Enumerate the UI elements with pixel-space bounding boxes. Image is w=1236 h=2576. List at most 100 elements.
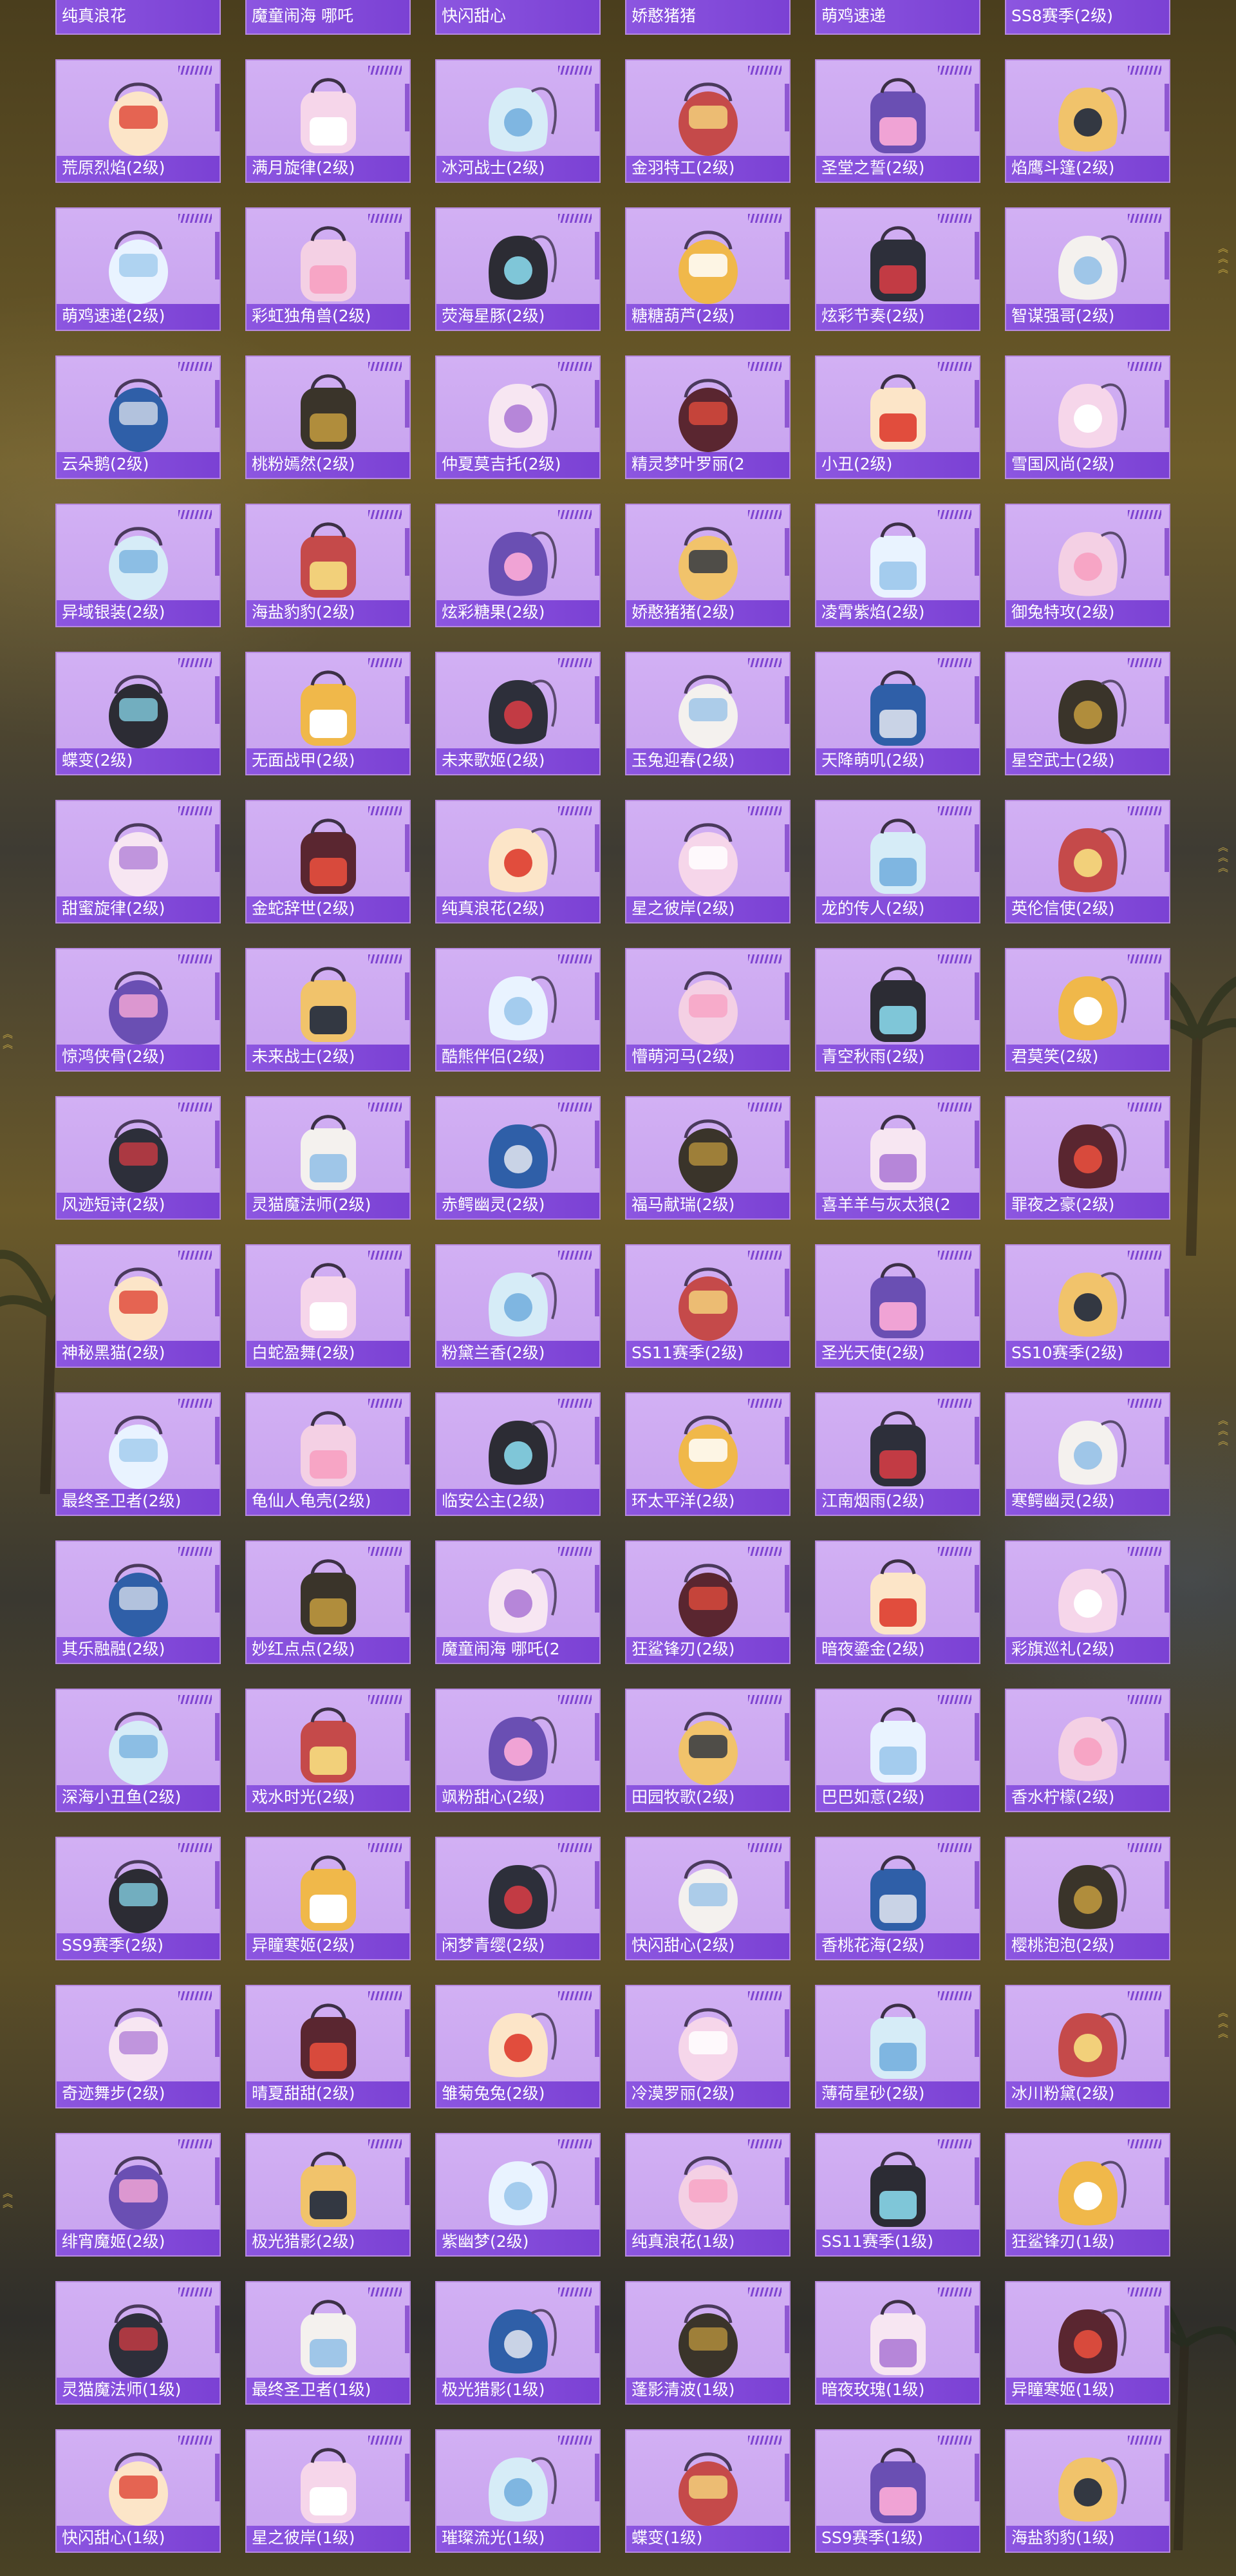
backpack-card[interactable]: 妙红点点(2级) — [245, 1540, 411, 1664]
backpack-card[interactable]: 云朵鹅(2级) — [55, 355, 221, 479]
backpack-card[interactable]: 闲梦青缨(2级) — [435, 1837, 601, 1960]
backpack-card[interactable]: 白蛇盈舞(2级) — [245, 1244, 411, 1368]
backpack-card[interactable]: 星空武士(2级) — [1005, 652, 1170, 775]
backpack-card[interactable]: SS9赛季(2级) — [55, 1837, 221, 1960]
backpack-card[interactable]: 魔童闹海 哪吒(2 — [435, 1540, 601, 1664]
backpack-card[interactable]: 暗夜玫瑰(1级) — [815, 2281, 980, 2405]
backpack-card[interactable]: 晴夏甜甜(2级) — [245, 1985, 411, 2108]
backpack-card[interactable]: 其乐融融(2级) — [55, 1540, 221, 1664]
backpack-card[interactable]: 樱桃泡泡(2级) — [1005, 1837, 1170, 1960]
backpack-card[interactable]: SS11赛季(1级) — [815, 2133, 980, 2257]
backpack-card[interactable]: 异瞳寒姬(2级) — [245, 1837, 411, 1960]
backpack-card[interactable]: 桃粉嫣然(2级) — [245, 355, 411, 479]
backpack-card[interactable]: 临安公主(2级) — [435, 1392, 601, 1516]
backpack-card[interactable]: 萌鸡速递(2级) — [55, 207, 221, 331]
backpack-card[interactable]: 福马献瑞(2级) — [625, 1096, 791, 1220]
backpack-card[interactable]: 赤鳄幽灵(2级) — [435, 1096, 601, 1220]
backpack-card[interactable]: 满月旋律(2级) — [245, 59, 411, 183]
backpack-card[interactable]: 巴巴如意(2级) — [815, 1689, 980, 1812]
backpack-card[interactable]: 蓬影清波(1级) — [625, 2281, 791, 2405]
backpack-card[interactable]: 狂鲨锋刃(2级) — [625, 1540, 791, 1664]
backpack-card[interactable]: 田园牧歌(2级) — [625, 1689, 791, 1812]
backpack-card[interactable]: 懵萌河马(2级) — [625, 948, 791, 1072]
backpack-card[interactable]: 戏水时光(2级) — [245, 1689, 411, 1812]
backpack-card[interactable]: 酷熊伴侣(2级) — [435, 948, 601, 1072]
backpack-card[interactable]: 神秘黑猫(2级) — [55, 1244, 221, 1368]
backpack-card[interactable]: 金羽特工(2级) — [625, 59, 791, 183]
backpack-card[interactable]: 英伦信使(2级) — [1005, 800, 1170, 923]
backpack-card[interactable]: 海盐豹豹(1级) — [1005, 2429, 1170, 2553]
backpack-card[interactable]: 御兔特攻(2级) — [1005, 504, 1170, 627]
backpack-card[interactable]: 极光猎影(2级) — [245, 2133, 411, 2257]
backpack-card[interactable]: 星之彼岸(1级) — [245, 2429, 411, 2553]
backpack-card[interactable]: 糖糖葫芦(2级) — [625, 207, 791, 331]
backpack-card[interactable]: 极光猎影(1级) — [435, 2281, 601, 2405]
backpack-card[interactable]: 娇憨猪猪 — [625, 0, 791, 35]
backpack-card[interactable]: 喜羊羊与灰太狼(2 — [815, 1096, 980, 1220]
backpack-card[interactable]: 金蛇辞世(2级) — [245, 800, 411, 923]
backpack-card[interactable]: 龟仙人龟壳(2级) — [245, 1392, 411, 1516]
backpack-card[interactable]: SS11赛季(2级) — [625, 1244, 791, 1368]
backpack-card[interactable]: 灵猫魔法师(1级) — [55, 2281, 221, 2405]
backpack-card[interactable]: 凌霄紫焰(2级) — [815, 504, 980, 627]
backpack-card[interactable]: 香桃花海(2级) — [815, 1837, 980, 1960]
backpack-card[interactable]: 娇憨猪猪(2级) — [625, 504, 791, 627]
backpack-card[interactable]: SS9赛季(1级) — [815, 2429, 980, 2553]
backpack-card[interactable]: 璀璨流光(1级) — [435, 2429, 601, 2553]
backpack-card[interactable]: 冰河战士(2级) — [435, 59, 601, 183]
backpack-card[interactable]: 龙的传人(2级) — [815, 800, 980, 923]
backpack-card[interactable]: 蝶变(1级) — [625, 2429, 791, 2553]
backpack-card[interactable]: 寒鳄幽灵(2级) — [1005, 1392, 1170, 1516]
backpack-card[interactable]: 萌鸡速递 — [815, 0, 980, 35]
backpack-card[interactable]: 纯真浪花(2级) — [435, 800, 601, 923]
backpack-card[interactable]: 焰鹰斗篷(2级) — [1005, 59, 1170, 183]
backpack-card[interactable]: 快闪甜心 — [435, 0, 601, 35]
backpack-card[interactable]: 风迹短诗(2级) — [55, 1096, 221, 1220]
backpack-card[interactable]: 环太平洋(2级) — [625, 1392, 791, 1516]
backpack-card[interactable]: 异域银装(2级) — [55, 504, 221, 627]
backpack-card[interactable]: 君莫笑(2级) — [1005, 948, 1170, 1072]
backpack-card[interactable]: 惊鸿侠骨(2级) — [55, 948, 221, 1072]
backpack-card[interactable]: 炫彩节奏(2级) — [815, 207, 980, 331]
backpack-card[interactable]: 薄荷星砂(2级) — [815, 1985, 980, 2108]
backpack-card[interactable]: 绯宵魔姬(2级) — [55, 2133, 221, 2257]
backpack-card[interactable]: 深海小丑鱼(2级) — [55, 1689, 221, 1812]
backpack-card[interactable]: 最终圣卫者(2级) — [55, 1392, 221, 1516]
backpack-card[interactable]: 魔童闹海 哪吒 — [245, 0, 411, 35]
backpack-card[interactable]: 紫幽梦(2级) — [435, 2133, 601, 2257]
backpack-card[interactable]: 罪夜之豪(2级) — [1005, 1096, 1170, 1220]
backpack-card[interactable]: SS8赛季(2级) — [1005, 0, 1170, 35]
backpack-card[interactable]: 甜蜜旋律(2级) — [55, 800, 221, 923]
backpack-card[interactable]: 小丑(2级) — [815, 355, 980, 479]
backpack-card[interactable]: 快闪甜心(1级) — [55, 2429, 221, 2553]
backpack-card[interactable]: 荒原烈焰(2级) — [55, 59, 221, 183]
backpack-card[interactable]: 彩虹独角兽(2级) — [245, 207, 411, 331]
backpack-card[interactable]: 最终圣卫者(1级) — [245, 2281, 411, 2405]
backpack-card[interactable]: 纯真浪花(1级) — [625, 2133, 791, 2257]
backpack-card[interactable]: 无面战甲(2级) — [245, 652, 411, 775]
backpack-card[interactable]: 狂鲨锋刃(1级) — [1005, 2133, 1170, 2257]
backpack-card[interactable]: 暗夜鎏金(2级) — [815, 1540, 980, 1664]
backpack-card[interactable]: 粉黛兰香(2级) — [435, 1244, 601, 1368]
backpack-card[interactable]: 纯真浪花 — [55, 0, 221, 35]
backpack-card[interactable]: 冷漠罗丽(2级) — [625, 1985, 791, 2108]
backpack-card[interactable]: 异瞳寒姬(1级) — [1005, 2281, 1170, 2405]
backpack-card[interactable]: 天降萌叽(2级) — [815, 652, 980, 775]
backpack-card[interactable]: 玉兔迎春(2级) — [625, 652, 791, 775]
backpack-card[interactable]: 智谋强哥(2级) — [1005, 207, 1170, 331]
backpack-card[interactable]: 雪国风尚(2级) — [1005, 355, 1170, 479]
backpack-card[interactable]: 圣堂之誓(2级) — [815, 59, 980, 183]
backpack-card[interactable]: 仲夏莫吉托(2级) — [435, 355, 601, 479]
backpack-card[interactable]: 香水柠檬(2级) — [1005, 1689, 1170, 1812]
backpack-card[interactable]: SS10赛季(2级) — [1005, 1244, 1170, 1368]
backpack-card[interactable]: 雏菊兔兔(2级) — [435, 1985, 601, 2108]
backpack-card[interactable]: 未来战士(2级) — [245, 948, 411, 1072]
backpack-card[interactable]: 圣光天使(2级) — [815, 1244, 980, 1368]
backpack-card[interactable]: 未来歌姬(2级) — [435, 652, 601, 775]
backpack-card[interactable]: 荧海星豚(2级) — [435, 207, 601, 331]
backpack-card[interactable]: 奇迹舞步(2级) — [55, 1985, 221, 2108]
backpack-card[interactable]: 青空秋雨(2级) — [815, 948, 980, 1072]
backpack-card[interactable]: 快闪甜心(2级) — [625, 1837, 791, 1960]
backpack-card[interactable]: 蝶变(2级) — [55, 652, 221, 775]
backpack-card[interactable]: 精灵梦叶罗丽(2 — [625, 355, 791, 479]
